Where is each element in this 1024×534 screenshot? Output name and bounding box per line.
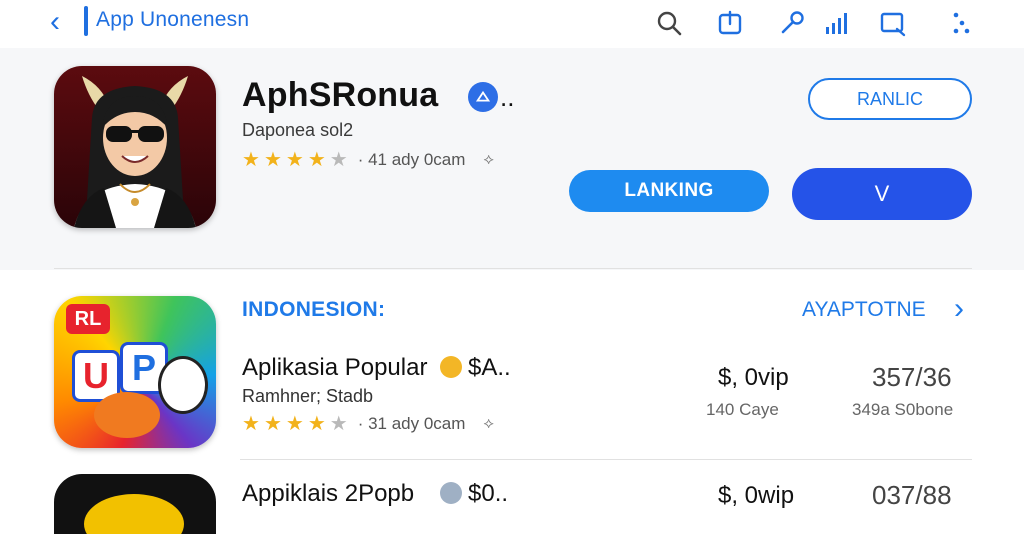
see-all-link[interactable]: AYAPTOTNE (802, 298, 926, 322)
star-icon: ★ (307, 413, 326, 435)
back-divider (84, 6, 88, 36)
icon-shape (84, 494, 184, 534)
app-name-suffix: .. (500, 82, 515, 112)
list-app-name[interactable]: Appiklais 2Popb (242, 480, 414, 508)
back-chevron-icon[interactable]: ‹ (50, 6, 74, 38)
divider (240, 459, 972, 460)
star-icon: ★ (242, 149, 260, 171)
lanking-button[interactable]: LANKING (569, 170, 769, 212)
signal-icon[interactable] (822, 8, 852, 38)
rating-meta: · 41 ady 0cam (357, 150, 466, 169)
ranlic-button[interactable]: RANLIC (808, 78, 972, 120)
developer-name[interactable]: Daponea sol2 (242, 120, 353, 141)
icon-label: RL (66, 304, 110, 334)
list-app-icon[interactable] (54, 474, 216, 534)
list-app-price-sub: 140 Caye (706, 400, 779, 419)
top-bar: ‹ App Unonenesn (0, 0, 1024, 48)
list-app-badge: $0.. (468, 480, 509, 507)
character-avatar-icon (74, 76, 196, 228)
list-app-rating: ★ ★ ★ ★ ★ · 31 ady 0cam ⟡ (242, 412, 494, 436)
star-empty-icon: ★ (329, 149, 348, 171)
star-empty-icon: ★ (329, 413, 348, 435)
get-button[interactable]: V (792, 168, 972, 220)
chevron-right-icon[interactable]: › (954, 292, 964, 326)
edit-icon[interactable] (878, 8, 908, 38)
app-name: AphSRonua (242, 76, 439, 114)
pin-icon[interactable]: ⟡ (483, 415, 494, 433)
star-icon: ★ (285, 413, 304, 435)
app-icon (54, 66, 216, 228)
rating-meta: · 31 ady 0cam (357, 414, 466, 433)
star-icon: ★ (263, 149, 282, 171)
search-icon[interactable] (654, 8, 684, 38)
list-app-stat: 037/88 (872, 480, 952, 510)
more-icon[interactable] (944, 8, 974, 38)
star-icon: ★ (263, 413, 282, 435)
list-app-icon[interactable]: RL U P (54, 296, 216, 448)
list-app-developer: Ramhner; Stadb (242, 386, 374, 406)
pin-icon[interactable]: ⟡ (483, 151, 494, 169)
coin-icon (440, 356, 462, 378)
mascot-body-icon (94, 392, 160, 438)
star-icon: ★ (307, 149, 326, 171)
section-title: INDONESION: (242, 298, 386, 321)
list-app-stat-sub: 349a S0bone (852, 400, 954, 419)
list-app-price: $, 0wip (718, 482, 795, 509)
coin-icon (440, 482, 462, 504)
list-app-price: $, 0vip (718, 364, 789, 391)
share-icon[interactable] (715, 8, 745, 38)
get-button-label: V (874, 181, 890, 206)
verified-badge-icon (468, 82, 498, 112)
app-rating: ★ ★ ★ ★ ★ · 41 ady 0cam ⟡ (242, 148, 494, 172)
divider (54, 268, 972, 269)
mascot-icon (158, 356, 208, 414)
page-title: App Unonenesn (96, 8, 250, 31)
star-icon: ★ (285, 149, 304, 171)
star-icon: ★ (242, 413, 260, 435)
list-app-name[interactable]: Aplikasia Popular (242, 354, 427, 382)
list-app-badge: $A.. (468, 354, 511, 381)
list-app-stat: 357/36 (872, 362, 952, 392)
key-icon[interactable] (777, 8, 807, 38)
